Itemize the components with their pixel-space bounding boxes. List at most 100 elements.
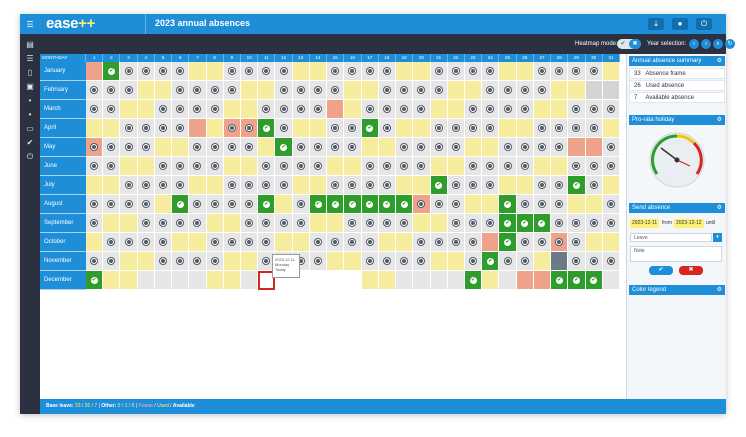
day-cell[interactable] bbox=[447, 157, 465, 176]
day-cell[interactable] bbox=[482, 157, 500, 176]
day-cell[interactable] bbox=[568, 138, 586, 157]
day-cell[interactable] bbox=[103, 233, 121, 252]
select-dropdown-button[interactable]: ▾ bbox=[713, 233, 722, 242]
day-cell[interactable] bbox=[172, 62, 190, 81]
day-cell[interactable] bbox=[241, 233, 259, 252]
day-cell[interactable] bbox=[309, 138, 328, 157]
day-cell[interactable] bbox=[309, 252, 328, 271]
day-cell[interactable] bbox=[516, 195, 534, 214]
day-cell[interactable] bbox=[361, 157, 379, 176]
day-cell[interactable] bbox=[396, 214, 414, 233]
day-cell[interactable] bbox=[585, 176, 603, 195]
day-cell[interactable] bbox=[275, 157, 293, 176]
day-cell[interactable] bbox=[413, 62, 431, 81]
day-cell[interactable] bbox=[206, 100, 224, 119]
day-cell[interactable] bbox=[206, 62, 224, 81]
day-cell[interactable] bbox=[86, 157, 104, 176]
day-cell[interactable] bbox=[241, 62, 259, 81]
summary-header[interactable]: Annual absence summary ⚙ bbox=[629, 56, 725, 66]
day-cell[interactable] bbox=[154, 62, 173, 81]
day-cell[interactable] bbox=[103, 252, 121, 271]
day-cell[interactable] bbox=[206, 271, 224, 290]
day-cell[interactable] bbox=[327, 119, 345, 138]
day-cell[interactable] bbox=[103, 214, 121, 233]
day-cell[interactable] bbox=[154, 271, 173, 290]
day-cell[interactable] bbox=[499, 271, 517, 290]
day-cell[interactable] bbox=[344, 252, 362, 271]
day-cell[interactable] bbox=[464, 214, 483, 233]
day-cell[interactable] bbox=[86, 100, 104, 119]
day-cell[interactable] bbox=[241, 195, 259, 214]
day-cell[interactable] bbox=[447, 214, 465, 233]
day-cell[interactable] bbox=[327, 233, 345, 252]
menu-icon[interactable]: ☰ bbox=[24, 19, 36, 31]
day-cell[interactable] bbox=[258, 62, 276, 81]
day-cell[interactable] bbox=[551, 62, 569, 81]
day-cell[interactable] bbox=[464, 176, 483, 195]
day-cell[interactable] bbox=[292, 233, 310, 252]
day-cell[interactable] bbox=[309, 62, 328, 81]
day-cell[interactable] bbox=[602, 233, 620, 252]
day-cell[interactable] bbox=[309, 119, 328, 138]
day-cell[interactable]: ✔ bbox=[464, 271, 483, 290]
day-cell[interactable] bbox=[602, 271, 620, 290]
day-cell[interactable] bbox=[533, 176, 552, 195]
day-cell[interactable] bbox=[482, 81, 500, 100]
day-cell[interactable] bbox=[602, 119, 620, 138]
day-cell[interactable]: ✔ bbox=[568, 271, 586, 290]
day-cell[interactable] bbox=[447, 176, 465, 195]
day-cell[interactable] bbox=[361, 100, 379, 119]
day-cell[interactable] bbox=[172, 100, 190, 119]
day-cell[interactable] bbox=[396, 81, 414, 100]
day-cell[interactable] bbox=[172, 81, 190, 100]
day-cell[interactable] bbox=[327, 100, 345, 119]
day-cell[interactable] bbox=[568, 157, 586, 176]
day-cell[interactable] bbox=[464, 81, 483, 100]
day-cell[interactable] bbox=[482, 195, 500, 214]
day-cell[interactable] bbox=[137, 62, 155, 81]
day-cell[interactable] bbox=[223, 138, 242, 157]
day-cell[interactable] bbox=[447, 62, 465, 81]
day-cell[interactable] bbox=[464, 138, 483, 157]
day-cell[interactable] bbox=[447, 119, 465, 138]
day-cell[interactable] bbox=[585, 214, 603, 233]
day-cell[interactable] bbox=[189, 252, 207, 271]
day-cell[interactable] bbox=[585, 157, 603, 176]
day-cell[interactable]: ✔ bbox=[533, 214, 552, 233]
day-cell[interactable] bbox=[189, 81, 207, 100]
day-cell[interactable]: ✔ bbox=[482, 252, 500, 271]
day-cell[interactable] bbox=[396, 233, 414, 252]
day-cell[interactable] bbox=[206, 195, 224, 214]
day-cell[interactable] bbox=[482, 271, 500, 290]
day-cell[interactable] bbox=[120, 138, 138, 157]
day-cell[interactable] bbox=[464, 233, 483, 252]
day-cell[interactable] bbox=[499, 138, 517, 157]
app-logo[interactable]: ease++ bbox=[46, 15, 95, 32]
day-cell[interactable] bbox=[344, 119, 362, 138]
day-cell[interactable] bbox=[327, 62, 345, 81]
day-cell[interactable] bbox=[551, 138, 569, 157]
dot-icon[interactable]: • bbox=[24, 109, 36, 121]
day-cell[interactable] bbox=[413, 214, 431, 233]
day-cell[interactable] bbox=[275, 176, 293, 195]
day-cell[interactable] bbox=[447, 138, 465, 157]
day-cell[interactable] bbox=[189, 100, 207, 119]
day-cell[interactable] bbox=[551, 214, 569, 233]
day-cell[interactable] bbox=[206, 138, 224, 157]
day-cell[interactable] bbox=[120, 271, 138, 290]
day-cell[interactable] bbox=[551, 100, 569, 119]
day-cell[interactable] bbox=[292, 157, 310, 176]
day-cell[interactable] bbox=[602, 252, 620, 271]
dot-icon[interactable]: • bbox=[24, 95, 36, 107]
day-cell[interactable] bbox=[482, 100, 500, 119]
day-cell[interactable] bbox=[103, 100, 121, 119]
day-cell[interactable] bbox=[258, 157, 276, 176]
day-cell[interactable] bbox=[206, 252, 224, 271]
day-cell[interactable] bbox=[585, 100, 603, 119]
day-cell[interactable] bbox=[189, 138, 207, 157]
day-cell[interactable] bbox=[413, 100, 431, 119]
day-cell[interactable] bbox=[120, 157, 138, 176]
heatmap-toggle[interactable]: ✔ ✖ bbox=[617, 39, 641, 49]
day-cell[interactable] bbox=[241, 214, 259, 233]
day-cell[interactable] bbox=[378, 157, 397, 176]
